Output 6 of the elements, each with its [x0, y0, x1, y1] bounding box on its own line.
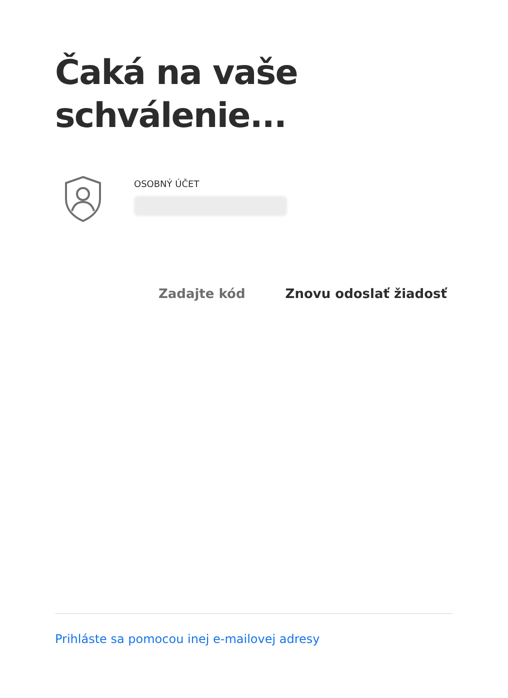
other-email-link[interactable]: Prihláste sa pomocou inej e-mailovej adresy	[55, 630, 453, 648]
page-title: Čaká na vaše schválenie...	[55, 52, 298, 137]
account-type-label: OSOBNÝ ÚČET	[134, 179, 200, 192]
shield-user-icon	[64, 175, 102, 223]
resend-request-button[interactable]: Znovu odoslať žiadosť	[285, 285, 447, 304]
enter-code-button[interactable]: Zadajte kód	[158, 285, 246, 304]
